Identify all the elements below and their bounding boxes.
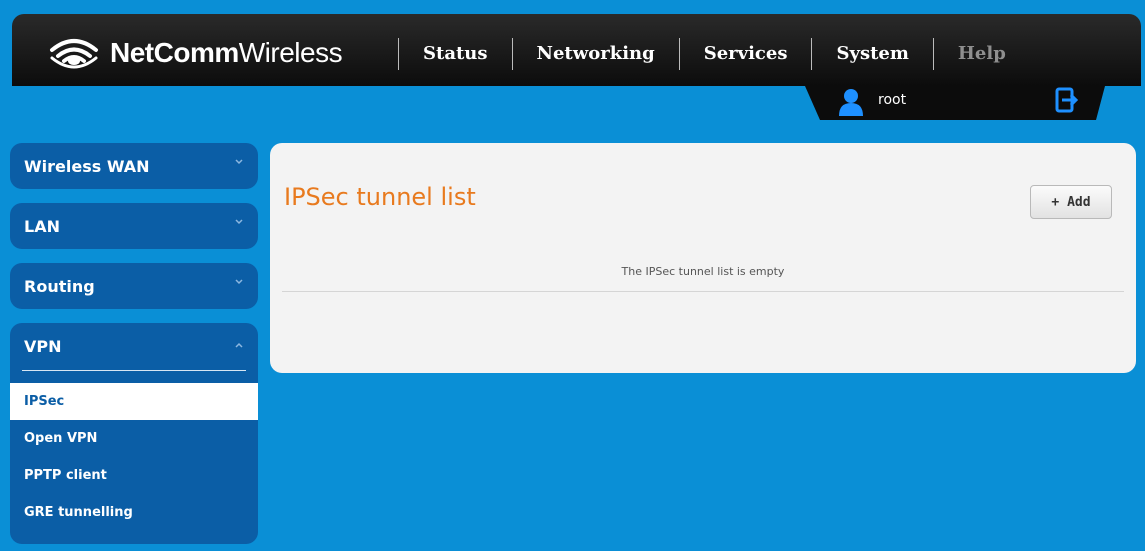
chevron-down-icon: [235, 159, 243, 165]
sidebar-item-ipsec[interactable]: IPSec: [10, 383, 258, 420]
sidebar-section-wireless-wan[interactable]: Wireless WAN: [10, 143, 258, 189]
username: root: [878, 92, 907, 108]
brand-name-bold: NetComm: [110, 37, 239, 68]
sidebar-divider: [22, 370, 246, 371]
nav-help[interactable]: Help: [934, 38, 1030, 70]
sidebar-section-routing[interactable]: Routing: [10, 263, 258, 309]
user-icon: [839, 89, 863, 116]
wifi-logo-icon: [50, 39, 98, 69]
nav-system[interactable]: System: [812, 38, 932, 70]
page-title: IPSec tunnel list: [284, 183, 476, 211]
sidebar: Wireless WAN LAN Routing VPN IPSec Open …: [10, 143, 258, 544]
brand-name-light: Wireless: [238, 37, 343, 68]
sidebar-section-label: LAN: [24, 217, 60, 236]
sidebar-item-gre-tunnelling[interactable]: GRE tunnelling: [10, 494, 258, 531]
vpn-submenu: IPSec Open VPN PPTP client GRE tunnellin…: [10, 383, 258, 531]
sidebar-section-lan[interactable]: LAN: [10, 203, 258, 249]
sidebar-section-vpn: VPN IPSec Open VPN PPTP client GRE tunne…: [10, 323, 258, 544]
nav-services[interactable]: Services: [680, 38, 812, 70]
chevron-up-icon: [235, 342, 243, 348]
logo[interactable]: NetComm Wireless: [48, 36, 343, 70]
sidebar-item-open-vpn[interactable]: Open VPN: [10, 420, 258, 457]
nav-status[interactable]: Status: [399, 38, 512, 70]
chevron-down-icon: [235, 219, 243, 225]
sidebar-section-label: Routing: [24, 277, 95, 296]
sidebar-item-pptp-client[interactable]: PPTP client: [10, 457, 258, 494]
nav-networking[interactable]: Networking: [513, 38, 679, 70]
empty-list-message: The IPSec tunnel list is empty: [621, 265, 785, 278]
content-panel: IPSec tunnel list + Add The IPSec tunnel…: [270, 143, 1136, 373]
main-nav: Status Networking Services System Help: [398, 38, 1030, 70]
chevron-down-icon: [235, 279, 243, 285]
top-header: NetComm Wireless Status Networking Servic…: [12, 14, 1141, 86]
list-divider: [282, 291, 1124, 292]
sidebar-section-label: VPN: [24, 337, 62, 356]
logout-icon[interactable]: [1054, 86, 1080, 114]
sidebar-section-vpn-header[interactable]: VPN: [10, 323, 258, 369]
add-button[interactable]: + Add: [1030, 185, 1112, 219]
sidebar-section-label: Wireless WAN: [24, 157, 150, 176]
